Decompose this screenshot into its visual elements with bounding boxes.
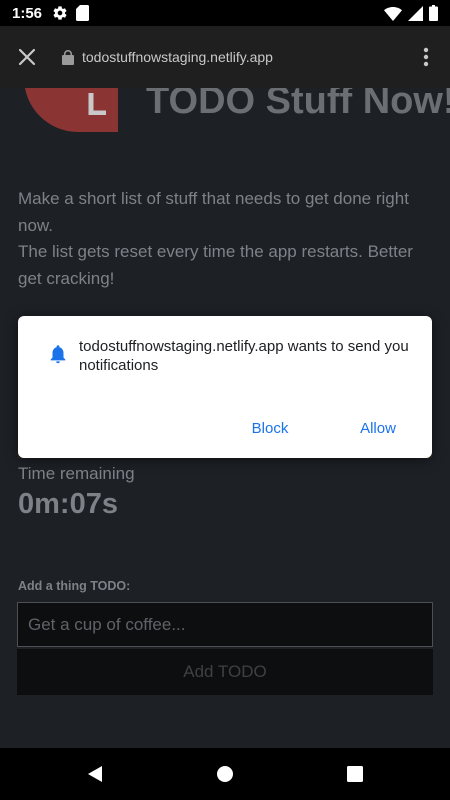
back-icon[interactable]: [84, 763, 106, 785]
url-text[interactable]: todostuffnowstaging.netlify.app: [82, 49, 273, 65]
more-options-button[interactable]: [402, 32, 450, 82]
navigation-bar: [0, 748, 450, 800]
app-title: TODO Stuff Now!: [146, 88, 450, 122]
battery-icon: [429, 5, 438, 21]
browser-toolbar: todostuffnowstaging.netlify.app: [0, 26, 450, 88]
close-icon: [18, 48, 36, 66]
sd-card-icon: [76, 5, 90, 21]
settings-icon: [53, 6, 67, 20]
intro-line-2: The list gets reset every time the app r…: [18, 242, 413, 288]
add-todo-label: Add a thing TODO:: [18, 579, 131, 593]
time-remaining-label: Time remaining: [18, 464, 135, 483]
intro-text: Make a short list of stuff that needs to…: [18, 186, 438, 292]
logo-letter-icon: [88, 93, 106, 115]
dialog-message: todostuffnowstaging.netlify.app wants to…: [79, 338, 409, 374]
notification-permission-dialog: todostuffnowstaging.netlify.app wants to…: [18, 316, 432, 458]
bell-icon: [50, 345, 66, 364]
close-button[interactable]: [2, 32, 52, 82]
intro-line-1: Make a short list of stuff that needs to…: [18, 189, 409, 235]
status-system-icons: [384, 5, 438, 21]
wifi-icon: [384, 6, 402, 21]
time-remaining-value: 0m:07s: [18, 488, 118, 520]
lock-icon: [62, 49, 74, 65]
recents-icon[interactable]: [344, 763, 366, 785]
signal-icon: [408, 5, 423, 21]
block-button[interactable]: Block: [242, 414, 298, 442]
status-bar: 1:56: [0, 0, 450, 26]
status-notification-icons: [52, 5, 90, 21]
more-vert-icon: [423, 47, 429, 67]
allow-button[interactable]: Allow: [348, 414, 408, 442]
status-time: 1:56: [12, 4, 43, 22]
add-todo-button[interactable]: Add TODO: [17, 649, 433, 695]
todo-input[interactable]: [17, 602, 433, 647]
home-icon[interactable]: [214, 763, 236, 785]
